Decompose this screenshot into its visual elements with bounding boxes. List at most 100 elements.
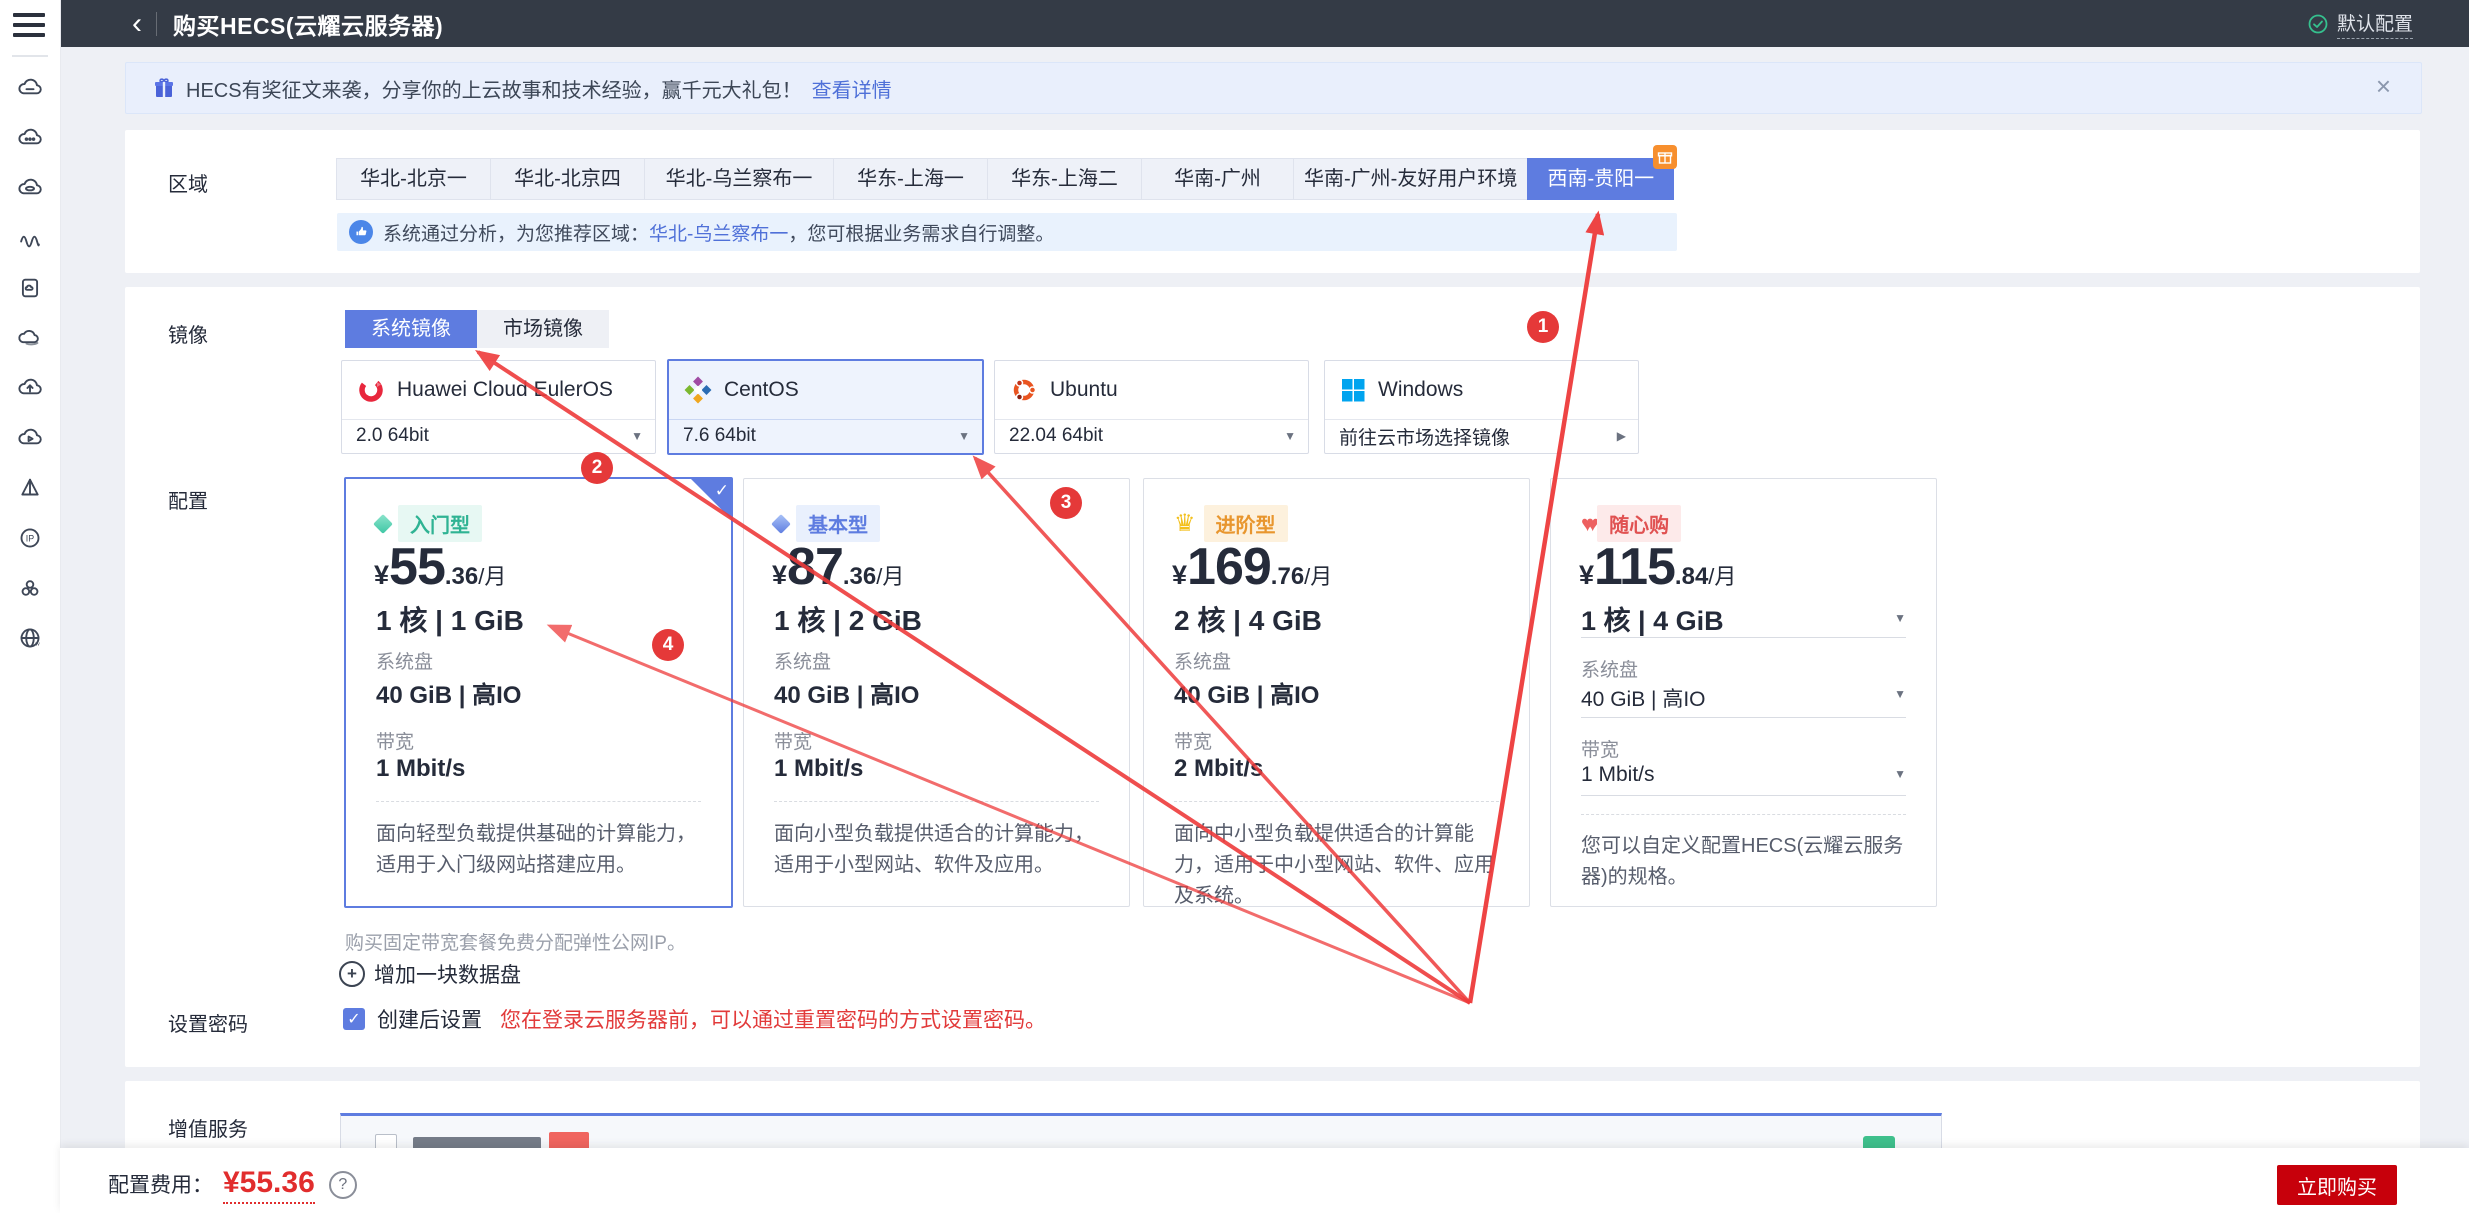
flavor-card-advanced[interactable]: ♛进阶型 ¥169.76/月 2 核 | 4 GiB 系统盘 40 GiB | … <box>1143 478 1530 907</box>
default-config-label: 默认配置 <box>2337 9 2413 39</box>
bandwidth-label: 带宽 <box>376 727 414 754</box>
hamburger-menu-icon[interactable] <box>13 13 45 37</box>
default-config-button[interactable]: 默认配置 <box>2307 0 2413 47</box>
disk-value: 40 GiB | 高IO <box>376 675 701 710</box>
fee-label: 配置费用： <box>108 1169 213 1199</box>
os-market-link[interactable]: 前往云市场选择镜像 ▶ <box>1325 420 1638 452</box>
check-circle-icon <box>2307 13 2329 35</box>
password-hint: 您在登录云服务器前，可以通过重置密码的方式设置密码。 <box>500 1004 1046 1034</box>
os-version: 2.0 64bit <box>356 425 429 447</box>
page-title: 购买HECS(云耀云服务器) <box>173 7 443 41</box>
cloud-media-icon[interactable] <box>14 422 46 454</box>
password-label: 设置密码 <box>168 1008 248 1037</box>
os-card-centos-selected[interactable]: CentOS 7.6 64bit ▼ <box>667 359 984 455</box>
promo-banner: HECS有奖征文来袭，分享你的上云故事和技术经验，赢千元大礼包！ 查看详情 × <box>125 62 2422 114</box>
region-btn-ulanqab1[interactable]: 华北-乌兰察布一 <box>644 158 834 200</box>
banner-close-icon[interactable]: × <box>2376 73 2391 99</box>
os-card-ubuntu[interactable]: Ubuntu 22.04 64bit ▼ <box>994 360 1309 454</box>
tip-region-link[interactable]: 华北-乌兰察布一 <box>649 224 788 245</box>
tip-text: 系统通过分析，为您推荐区域：华北-乌兰察布一，您可根据业务需求自行调整。 <box>383 219 1054 246</box>
bandwidth-value-select[interactable]: 1 Mbit/s <box>1581 763 1906 787</box>
help-question-icon[interactable]: ? <box>329 1171 357 1199</box>
region-recommend-tip: 系统通过分析，为您推荐区域：华北-乌兰察布一，您可根据业务需求自行调整。 <box>337 213 1677 251</box>
cluster-icon[interactable] <box>14 572 46 604</box>
tab-system-image[interactable]: 系统镜像 <box>345 310 477 348</box>
flavor-card-custom[interactable]: ♥♥随心购 ¥115.84/月 1 核 | 4 GiB ▼ 系统盘 40 GiB… <box>1550 478 1937 907</box>
flavor-spec: 2 核 | 4 GiB <box>1174 599 1499 639</box>
set-after-create-label: 创建后设置 <box>377 1004 482 1034</box>
flavor-desc: 面向轻型负载提供基础的计算能力，适用于入门级网站搭建应用。 <box>376 819 704 881</box>
add-data-disk-label: 增加一块数据盘 <box>374 959 521 989</box>
cloud-disk-icon[interactable] <box>14 172 46 204</box>
disk-label: 系统盘 <box>376 647 433 674</box>
region-btn-label: 西南-贵阳一 <box>1547 168 1654 190</box>
region-label: 区域 <box>168 168 208 197</box>
value-added-label: 增值服务 <box>168 1113 248 1142</box>
set-after-create-checkbox[interactable]: ✓ <box>343 1008 365 1030</box>
chevron-down-icon: ▼ <box>631 429 643 443</box>
card-divider <box>774 801 1099 802</box>
region-panel: 区域 华北-北京一 华北-北京四 华北-乌兰察布一 华东-上海一 华东-上海二 … <box>125 130 2420 273</box>
bandwidth-value: 1 Mbit/s <box>376 755 701 783</box>
buy-now-button[interactable]: 立即购买 <box>2277 1165 2397 1205</box>
disk-value: 40 GiB | 高IO <box>774 675 1099 710</box>
main-config-panel: 镜像 系统镜像 市场镜像 Huawei Cloud EulerOS 2.0 64… <box>125 287 2420 1067</box>
flavor-card-entry-selected[interactable]: ✓ 入门型 ¥55.36/月 1 核 | 1 GiB 系统盘 40 GiB | … <box>344 477 733 908</box>
card-divider <box>1174 801 1499 802</box>
row-underline <box>1581 795 1906 796</box>
cloud-more-icon[interactable] <box>14 122 46 154</box>
os-version-select[interactable]: 2.0 64bit ▼ <box>342 420 655 452</box>
global-network-icon[interactable]: w <box>14 622 46 654</box>
cloud-upload-icon[interactable] <box>14 372 46 404</box>
card-divider <box>1581 814 1906 815</box>
bottom-action-bar: 配置费用： ¥55.36 ? 立即购买 <box>60 1148 2469 1213</box>
os-version: 前往云市场选择镜像 <box>1339 423 1510 450</box>
ubuntu-logo-icon <box>1010 376 1038 404</box>
prism-icon[interactable] <box>14 472 46 504</box>
os-card-euleros[interactable]: Huawei Cloud EulerOS 2.0 64bit ▼ <box>341 360 656 454</box>
plus-circle-icon: + <box>339 961 365 987</box>
config-label: 配置 <box>168 485 208 514</box>
banner-details-link[interactable]: 查看详情 <box>812 74 892 103</box>
region-btn-guiyang1-selected[interactable]: 西南-贵阳一 <box>1527 158 1674 200</box>
chevron-down-icon: ▼ <box>958 429 970 443</box>
flavor-spec-select[interactable]: 1 核 | 4 GiB <box>1581 599 1906 638</box>
sidebar-divider <box>12 55 48 57</box>
add-data-disk-button[interactable]: + 增加一块数据盘 <box>339 959 521 989</box>
os-version-select[interactable]: 22.04 64bit ▼ <box>995 420 1308 452</box>
svg-text:w: w <box>34 642 40 648</box>
gift-icon <box>152 76 176 100</box>
os-name: Ubuntu <box>1050 378 1118 402</box>
flavor-price: ¥87.36/月 <box>772 537 904 597</box>
fee-value[interactable]: ¥55.36 <box>223 1166 315 1204</box>
region-btn-beijing4[interactable]: 华北-北京四 <box>490 158 645 200</box>
flavor-card-basic[interactable]: 基本型 ¥87.36/月 1 核 | 2 GiB 系统盘 40 GiB | 高I… <box>743 478 1130 907</box>
ip-icon[interactable]: IP <box>14 522 46 554</box>
disk-label: 系统盘 <box>774 647 831 674</box>
region-btn-guangzhou-friendly[interactable]: 华南-广州-友好用户环境 <box>1293 158 1528 200</box>
row-underline <box>1581 717 1906 718</box>
svg-text:IP: IP <box>26 534 34 544</box>
tab-market-image[interactable]: 市场镜像 <box>477 310 609 348</box>
disk-value: 40 GiB | 高IO <box>1174 675 1499 710</box>
storage-box-icon[interactable] <box>14 272 46 304</box>
disk-label: 系统盘 <box>1581 655 1638 682</box>
bandwidth-value: 1 Mbit/s <box>774 755 1099 783</box>
region-btn-guangzhou[interactable]: 华南-广州 <box>1141 158 1294 200</box>
auto-scale-wave-icon[interactable] <box>14 222 46 254</box>
image-label: 镜像 <box>168 319 208 348</box>
hearts-icon: ♥♥ <box>1581 514 1591 534</box>
cloud-server-icon[interactable] <box>14 72 46 104</box>
flavor-spec: 1 核 | 1 GiB <box>376 599 701 639</box>
os-card-windows[interactable]: Windows 前往云市场选择镜像 ▶ <box>1324 360 1639 454</box>
region-btn-shanghai1[interactable]: 华东-上海一 <box>833 158 988 200</box>
disk-value-select[interactable]: 40 GiB | 高IO <box>1581 683 1906 713</box>
basic-diamond-icon <box>771 514 791 534</box>
os-version-select[interactable]: 7.6 64bit ▼ <box>669 420 982 452</box>
region-btn-beijing1[interactable]: 华北-北京一 <box>336 158 491 200</box>
cloud-duplicate-icon[interactable] <box>14 322 46 354</box>
os-name: Windows <box>1378 378 1463 402</box>
region-btn-shanghai2[interactable]: 华东-上海二 <box>987 158 1142 200</box>
selected-corner-check-icon: ✓ <box>691 479 731 519</box>
back-button[interactable]: ‹ <box>132 4 142 44</box>
